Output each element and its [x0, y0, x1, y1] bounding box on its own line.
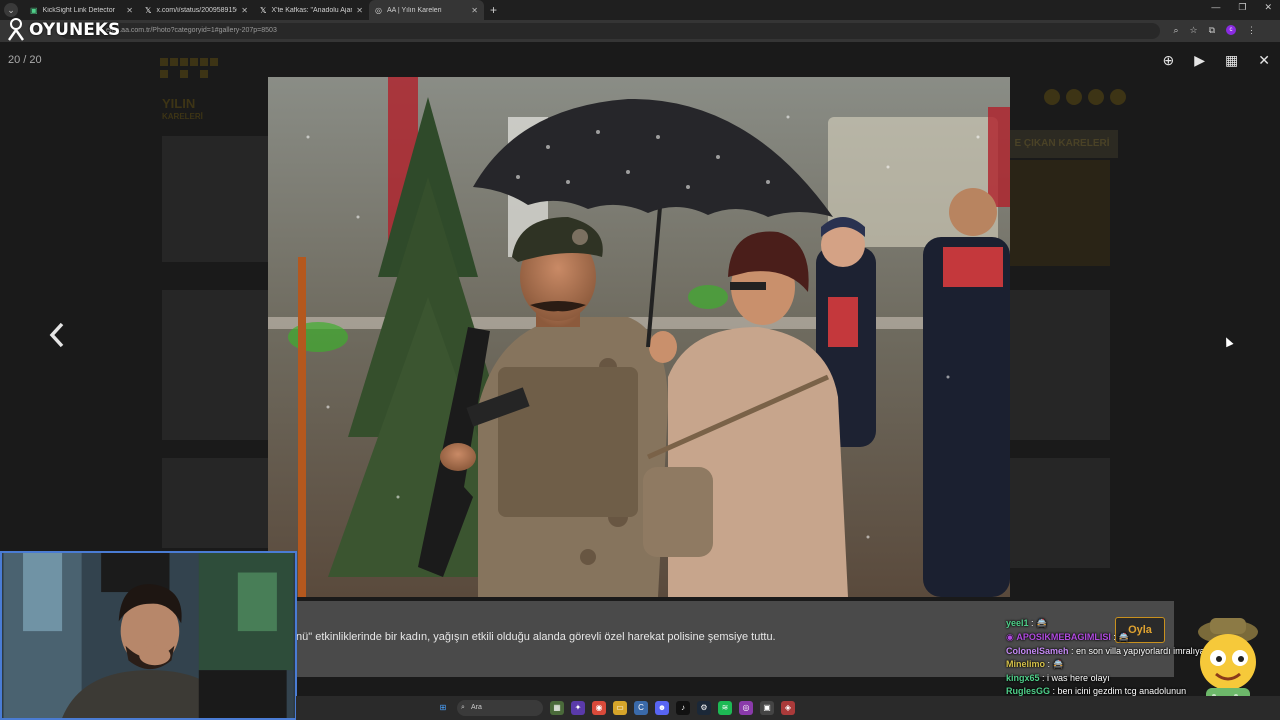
social-icon: [1044, 89, 1060, 105]
windows-taskbar: ⊞ ⌕ Ara ▦ ✦ ◉ ▭ C ☻ ♪ ⚙ ≋ ◎ ▣ ◈: [296, 696, 1280, 720]
bookmark-star-icon[interactable]: ☆: [1189, 25, 1197, 36]
chat-text: 🚔: [1118, 632, 1130, 642]
tab-x-kafkas[interactable]: 𝕏 X'te Kafkas: "Anadolu Ajansın ✕: [254, 0, 369, 20]
file-explorer-icon[interactable]: ▭: [613, 701, 627, 715]
extensions-icon[interactable]: ⧉: [1209, 25, 1215, 36]
background-thumbnail: [1010, 458, 1110, 568]
obs-icon[interactable]: ◎: [739, 701, 753, 715]
taskbar-search-placeholder: Ara: [471, 704, 482, 711]
close-tab-icon[interactable]: ✕: [356, 6, 363, 15]
toolbar-icons: ⌕ ☆ ⧉ c ⋮: [1173, 25, 1256, 36]
url-field[interactable]: eleri.aa.com.tr/Photo?categoryid=1#galle…: [60, 23, 1160, 39]
tab-x-status[interactable]: 𝕏 x.com/i/status/2009589156868 ✕: [139, 0, 254, 20]
app-icon[interactable]: ◈: [781, 701, 795, 715]
background-thumbnail: [162, 458, 270, 548]
minimize-icon[interactable]: —: [1211, 2, 1220, 13]
address-bar: eleri.aa.com.tr/Photo?categoryid=1#galle…: [0, 20, 1280, 42]
x-favicon-icon: 𝕏: [145, 5, 152, 15]
profile-avatar[interactable]: c: [1226, 25, 1236, 35]
zoom-icon[interactable]: ⌕: [1173, 25, 1178, 36]
restore-icon[interactable]: ❐: [1238, 2, 1246, 13]
taskbar-apps: ⊞ ⌕ Ara ▦ ✦ ◉ ▭ C ☻ ♪ ⚙ ≋ ◎ ▣ ◈: [436, 700, 795, 716]
tab-label: X'te Kafkas: "Anadolu Ajansın: [271, 6, 352, 14]
browser-tab-strip: ⌄ ▣ KickSight Link Detector ✕ 𝕏 x.com/i/…: [0, 0, 1280, 20]
social-icon: [1088, 89, 1104, 105]
windows-start-icon[interactable]: ⊞: [436, 701, 450, 715]
image-counter: 20 / 20: [8, 54, 42, 66]
gallery-photo: [268, 77, 1010, 597]
close-window-icon[interactable]: ✕: [1264, 2, 1272, 13]
featured-photos-button: E ÇIKAN KARELERİ: [1006, 130, 1118, 158]
chat-text: i was here olayı: [1047, 673, 1110, 683]
close-viewer-icon[interactable]: ✕: [1258, 52, 1270, 69]
yilin-kareleri-logo: YILIN KARELERİ: [160, 58, 224, 124]
search-icon: ⌕: [461, 704, 465, 711]
chat-text: en son villa yapıyorlardı imralıya: [1076, 646, 1205, 656]
social-icon: [1110, 89, 1126, 105]
widgets-icon[interactable]: ▦: [550, 701, 564, 715]
close-tab-icon[interactable]: ✕: [241, 6, 248, 15]
chat-text: 🚔: [1036, 618, 1048, 628]
background-thumbnail: [1010, 160, 1110, 266]
tab-aa-yilin-kareleri[interactable]: ◎ AA | Yılın Kareleri ✕: [369, 0, 484, 20]
zoom-in-icon[interactable]: ⊕: [1163, 52, 1175, 69]
chrome-icon[interactable]: ◉: [592, 701, 606, 715]
new-tab-icon[interactable]: +: [490, 3, 497, 17]
tab-label: x.com/i/status/2009589156868: [156, 6, 237, 14]
ccleaner-icon[interactable]: C: [634, 701, 648, 715]
chat-username: Minelimo: [1006, 659, 1046, 669]
oyuneks-logo: OYUNEKS: [6, 18, 120, 42]
steam-icon[interactable]: ⚙: [697, 701, 711, 715]
close-tab-icon[interactable]: ✕: [126, 6, 133, 15]
logo-text: OYUNEKS: [29, 20, 121, 40]
chat-badge-icon: ◉: [1006, 632, 1017, 642]
chat-username: APOSIKMEBAGIMLISI: [1016, 632, 1111, 642]
previous-image-arrow-icon[interactable]: [46, 320, 68, 350]
background-thumbnail: [162, 136, 270, 262]
taskbar-search[interactable]: ⌕ Ara: [457, 700, 543, 716]
aa-favicon-icon: ◎: [375, 5, 382, 15]
photo-caption: nü" etkinliklerinde bir kadın, yağışın e…: [296, 631, 776, 643]
tab-kicksight[interactable]: ▣ KickSight Link Detector ✕: [24, 0, 139, 20]
tab-search-icon[interactable]: ⌄: [4, 3, 18, 17]
window-controls: — ❐ ✕: [1211, 2, 1272, 13]
copilot-icon[interactable]: ✦: [571, 701, 585, 715]
chat-username: yeel1: [1006, 618, 1029, 628]
chat-username: kingx65: [1006, 673, 1040, 683]
chat-text: 🚔: [1052, 659, 1064, 669]
kicksight-favicon-icon: ▣: [30, 5, 38, 15]
chat-text: ben icini gezdim tcg anadolunun: [1057, 686, 1187, 696]
oyuneks-logo-icon: [8, 18, 24, 41]
grid-view-icon[interactable]: ▦: [1225, 52, 1238, 69]
chat-username: RuglesGG: [1006, 686, 1051, 696]
social-icon: [1066, 89, 1082, 105]
tab-label: KickSight Link Detector: [42, 6, 115, 14]
spotify-icon[interactable]: ≋: [718, 701, 732, 715]
tab-label: AA | Yılın Kareleri: [386, 6, 442, 14]
background-thumbnail: [1010, 290, 1110, 440]
logo-line-1: YILIN: [162, 96, 196, 111]
x-favicon-icon: 𝕏: [260, 5, 267, 15]
menu-dots-icon[interactable]: ⋮: [1247, 25, 1256, 36]
streamer-webcam: [0, 551, 297, 720]
app-icon[interactable]: ▣: [760, 701, 774, 715]
play-slideshow-icon[interactable]: ▶: [1194, 52, 1205, 69]
logo-line-2: KARELERİ: [162, 112, 203, 121]
tiktok-icon[interactable]: ♪: [676, 701, 690, 715]
viewer-toolbar: ⊕ ▶ ▦ ✕: [1163, 52, 1270, 69]
background-thumbnail: [162, 290, 270, 440]
close-tab-icon[interactable]: ✕: [471, 6, 478, 15]
discord-icon[interactable]: ☻: [655, 701, 669, 715]
chat-username: ColonelSameh: [1006, 646, 1069, 656]
